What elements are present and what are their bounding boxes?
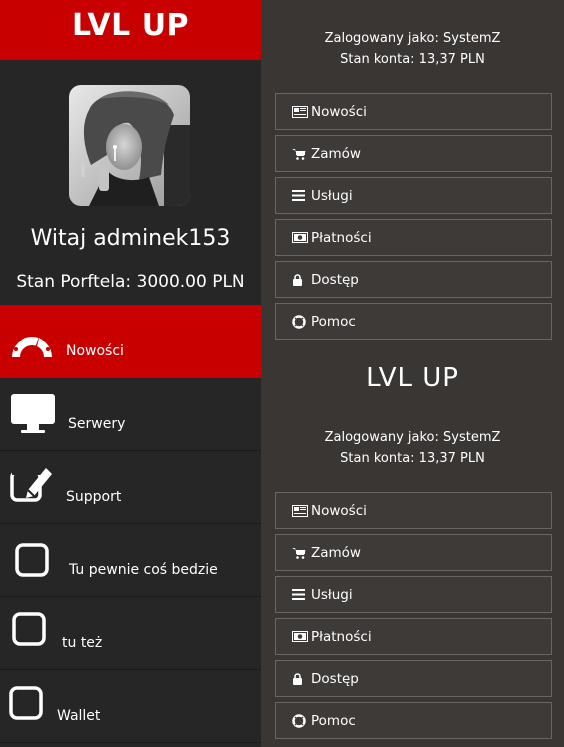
money-icon: [292, 630, 308, 644]
menu-news-button[interactable]: Nowości: [275, 492, 552, 529]
edit-icon: [10, 464, 56, 508]
square-icon: [15, 543, 49, 581]
newspaper-icon: [292, 504, 308, 518]
menu-item-label: Usługi: [311, 586, 353, 603]
sidebar-item-wallet[interactable]: Wallet: [0, 670, 261, 743]
logged-as-text: Zalogowany jako: SystemZ: [324, 31, 501, 46]
menu-payments-button[interactable]: Płatności: [275, 219, 552, 256]
menu-top: Nowości Zamów Usługi Płatności Dostęp Po…: [275, 93, 552, 345]
menu-order-button[interactable]: Zamów: [275, 534, 552, 571]
sidebar-item-label: Nowości: [66, 343, 124, 359]
list-icon: [292, 189, 308, 203]
speedometer-icon: [10, 323, 54, 365]
square-icon: [12, 612, 46, 650]
account-balance-text: Stan konta: 13,37 PLN: [340, 52, 485, 67]
sidebar-item-label: Support: [66, 489, 122, 505]
menu-access-button[interactable]: Dostęp: [275, 660, 552, 697]
sidebar-nav: Nowości Serwery Support Tu pewnie coś be…: [0, 305, 261, 743]
menu-item-label: Dostęp: [311, 271, 359, 288]
cart-icon: [292, 546, 308, 560]
menu-item-label: Płatności: [311, 628, 372, 645]
sidebar-item-label: Serwery: [68, 416, 126, 432]
cart-icon: [292, 147, 308, 161]
menu-services-button[interactable]: Usługi: [275, 177, 552, 214]
menu-bottom: Nowości Zamów Usługi Płatności Dostęp Po…: [275, 492, 552, 744]
menu-item-label: Pomoc: [311, 313, 356, 330]
welcome-text: Witaj adminek153: [30, 226, 231, 251]
list-icon: [292, 588, 308, 602]
menu-help-button[interactable]: Pomoc: [275, 303, 552, 340]
account-status-top: Zalogowany jako: SystemZ Stan konta: 13,…: [261, 28, 564, 70]
menu-order-button[interactable]: Zamów: [275, 135, 552, 172]
account-balance-text: Stan konta: 13,37 PLN: [340, 451, 485, 466]
lifebuoy-icon: [292, 314, 308, 329]
menu-item-label: Usługi: [311, 187, 353, 204]
sidebar-item-placeholder[interactable]: Tu pewnie coś bedzie: [0, 524, 261, 597]
account-status-bottom: Zalogowany jako: SystemZ Stan konta: 13,…: [261, 427, 564, 469]
app-root: LVL UP Witaj adminek153 Stan Porftela: 3…: [0, 0, 564, 747]
sidebar: LVL UP Witaj adminek153 Stan Porftela: 3…: [0, 0, 261, 747]
sidebar-item-too[interactable]: tu też: [0, 597, 261, 670]
menu-help-button[interactable]: Pomoc: [275, 702, 552, 739]
menu-item-label: Zamów: [311, 544, 361, 561]
right-panel: Zalogowany jako: SystemZ Stan konta: 13,…: [261, 0, 564, 747]
avatar-image: [69, 85, 190, 206]
menu-item-label: Nowości: [311, 103, 367, 120]
newspaper-icon: [292, 105, 308, 119]
avatar[interactable]: [69, 85, 190, 206]
menu-services-button[interactable]: Usługi: [275, 576, 552, 613]
logged-as-text: Zalogowany jako: SystemZ: [324, 430, 501, 445]
wallet-balance: Stan Porftela: 3000.00 PLN: [16, 272, 245, 292]
sidebar-item-support[interactable]: Support: [0, 451, 261, 524]
menu-access-button[interactable]: Dostęp: [275, 261, 552, 298]
menu-payments-button[interactable]: Płatności: [275, 618, 552, 655]
square-icon: [9, 686, 43, 724]
brand-title[interactable]: LVL UP: [0, 0, 261, 60]
money-icon: [292, 231, 308, 245]
menu-item-label: Nowości: [311, 502, 367, 519]
lock-icon: [292, 273, 308, 287]
lifebuoy-icon: [292, 713, 308, 728]
lock-icon: [292, 672, 308, 686]
sidebar-item-news[interactable]: Nowości: [0, 305, 261, 378]
menu-news-button[interactable]: Nowości: [275, 93, 552, 130]
sidebar-item-servers[interactable]: Serwery: [0, 378, 261, 451]
sidebar-item-label: Tu pewnie coś bedzie: [69, 562, 218, 578]
panel-title: LVL UP: [366, 363, 459, 393]
sidebar-item-label: Wallet: [57, 708, 101, 724]
sidebar-item-label: tu też: [62, 635, 103, 651]
menu-item-label: Płatności: [311, 229, 372, 246]
menu-item-label: Dostęp: [311, 670, 359, 687]
monitor-icon: [10, 393, 56, 439]
menu-item-label: Pomoc: [311, 712, 356, 729]
menu-item-label: Zamów: [311, 145, 361, 162]
